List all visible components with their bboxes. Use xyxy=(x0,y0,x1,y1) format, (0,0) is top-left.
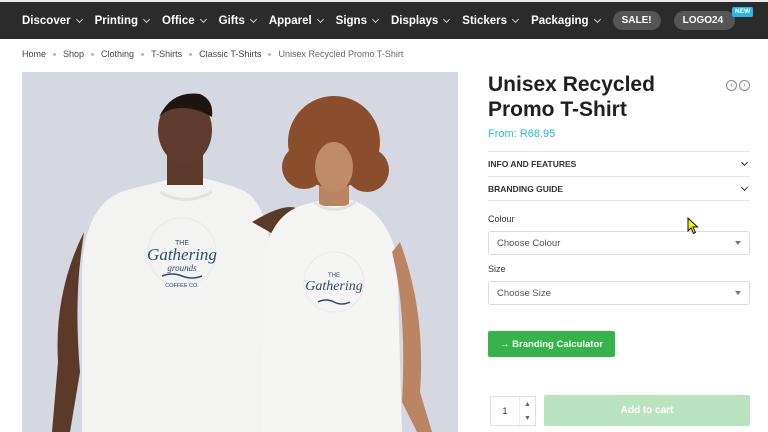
colour-label: Colour xyxy=(488,214,515,224)
breadcrumb-tshirts[interactable]: T-Shirts xyxy=(151,49,182,59)
branding-calculator-button[interactable]: → Branding Calculator xyxy=(488,331,615,357)
nav-discover[interactable]: Discover xyxy=(22,14,83,27)
breadcrumb-classic-tshirts[interactable]: Classic T-Shirts xyxy=(199,49,261,59)
breadcrumb-separator xyxy=(53,52,57,56)
breadcrumb-separator xyxy=(189,52,193,56)
logo24-label: LOGO24 xyxy=(682,15,724,26)
nav-label: Discover xyxy=(22,14,71,27)
nav-label: Displays xyxy=(390,14,439,27)
product-price: From: R68.95 xyxy=(488,128,556,140)
chevron-down-icon xyxy=(371,15,380,23)
chevron-down-icon xyxy=(249,15,257,23)
mouse-cursor-icon xyxy=(687,217,699,235)
chevron-down-icon xyxy=(593,15,601,23)
chevron-down-icon xyxy=(316,15,324,23)
chevron-down-icon xyxy=(740,158,749,167)
logo24-button[interactable]: LOGO24 NEW xyxy=(673,7,754,30)
nav-label: Apparel xyxy=(268,14,312,27)
breadcrumb-separator xyxy=(91,52,95,56)
nav-label: Stickers xyxy=(462,14,508,27)
product-image[interactable]: THE Gathering grounds COFFEE CO. THE Gat… xyxy=(22,72,458,432)
nav-displays[interactable]: Displays xyxy=(390,14,451,27)
breadcrumb-home[interactable]: Home xyxy=(22,49,46,59)
nav-printing[interactable]: Printing xyxy=(94,14,151,27)
shirt-print-sub: grounds xyxy=(167,263,197,273)
nav-label: Printing xyxy=(94,14,139,27)
nav-label: Office xyxy=(162,14,195,27)
colour-select-value: Choose Colour xyxy=(497,237,561,249)
chevron-down-icon xyxy=(143,15,151,23)
caret-down-icon xyxy=(735,291,741,295)
breadcrumb-separator xyxy=(141,52,145,56)
chevron-down-icon xyxy=(199,15,207,23)
caret-down-icon xyxy=(735,241,741,245)
nav-label: Packaging xyxy=(531,14,589,27)
product-title-line1: Unisex Recycled xyxy=(488,73,655,96)
breadcrumb-clothing[interactable]: Clothing xyxy=(101,49,134,59)
quantity-increase-icon[interactable]: ▲ xyxy=(520,397,535,411)
chevron-down-icon xyxy=(512,15,520,23)
previous-product-icon[interactable]: ‹ xyxy=(726,80,737,91)
size-label: Size xyxy=(488,264,506,274)
chevron-down-icon xyxy=(740,183,749,191)
shirt-print-script-2: Gathering xyxy=(305,279,363,294)
add-to-cart-button[interactable]: Add to cart xyxy=(544,395,750,426)
new-badge: NEW xyxy=(732,7,754,17)
nav-label: Signs xyxy=(335,14,367,27)
product-title: Unisex Recycled Promo T-Shirt xyxy=(488,72,708,122)
accordion-label: INFO AND FEATURES xyxy=(488,159,577,169)
nav-stickers[interactable]: Stickers xyxy=(462,14,520,27)
product-nav-arrows: ‹ › xyxy=(726,80,750,91)
chevron-down-icon xyxy=(75,15,83,23)
product-title-line2: Promo T-Shirt xyxy=(488,98,627,121)
accordion-label: BRANDING GUIDE xyxy=(488,183,564,194)
breadcrumb-separator xyxy=(268,52,272,56)
nav-office[interactable]: Office xyxy=(162,14,207,27)
accordion-branding-guide[interactable]: BRANDING GUIDE xyxy=(488,176,750,201)
size-select[interactable]: Choose Size xyxy=(488,281,750,305)
nav-label: Gifts xyxy=(218,14,245,27)
breadcrumb-shop[interactable]: Shop xyxy=(63,49,84,59)
breadcrumb-current: Unisex Recycled Promo T-Shirt xyxy=(278,49,404,59)
quantity-decrease-icon[interactable]: ▼ xyxy=(520,411,535,425)
nav-packaging[interactable]: Packaging xyxy=(531,14,601,27)
breadcrumb: Home Shop Clothing T-Shirts Classic T-Sh… xyxy=(22,49,403,59)
sale-button[interactable]: SALE! xyxy=(612,11,661,30)
product-photo-illustration: THE Gathering grounds COFFEE CO. THE Gat… xyxy=(22,72,458,432)
accordion-info-features[interactable]: INFO AND FEATURES xyxy=(488,151,750,176)
nav-gifts[interactable]: Gifts xyxy=(218,14,257,27)
quantity-steps: ▲ ▼ xyxy=(519,397,535,425)
quantity-stepper: 1 ▲ ▼ xyxy=(490,396,536,426)
colour-select[interactable]: Choose Colour xyxy=(488,231,750,255)
size-select-value: Choose Size xyxy=(497,287,551,299)
shirt-print-script: Gathering xyxy=(147,245,217,264)
chevron-down-icon xyxy=(443,15,451,23)
shirt-print-bottom: COFFEE CO. xyxy=(165,283,199,289)
nav-signs[interactable]: Signs xyxy=(335,14,380,27)
next-product-icon[interactable]: › xyxy=(739,80,750,91)
quantity-input[interactable]: 1 xyxy=(491,406,519,417)
main-navigation: Discover Printing Office Gifts Apparel S… xyxy=(0,0,768,39)
nav-apparel[interactable]: Apparel xyxy=(268,14,324,27)
